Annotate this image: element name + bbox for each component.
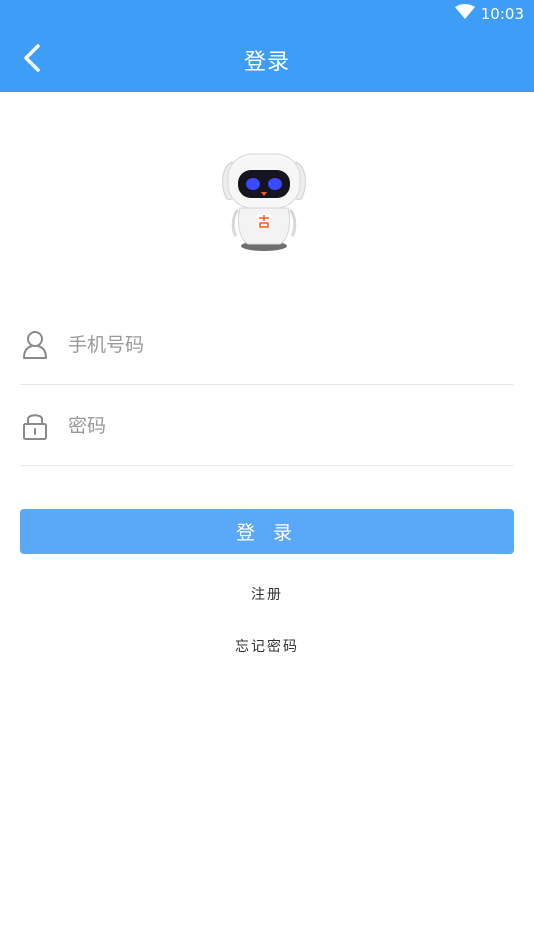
app-bar: 登录 [0, 28, 534, 92]
forgot-password-link[interactable]: 忘记密码 [0, 636, 534, 656]
status-time: 10:03 [480, 5, 524, 23]
password-input[interactable] [66, 403, 510, 449]
password-field [20, 385, 514, 466]
status-icons: 10:03 [454, 4, 524, 24]
robot-mascot-logo [214, 148, 314, 258]
lock-icon [20, 409, 50, 441]
login-button[interactable]: 登 录 [20, 509, 514, 554]
page-title: 登录 [243, 50, 290, 75]
user-icon [20, 328, 50, 360]
wifi-icon [454, 4, 475, 24]
back-button[interactable] [12, 40, 52, 80]
status-bar: 10:03 [0, 0, 534, 28]
phone-field [20, 304, 514, 385]
phone-input[interactable] [66, 322, 510, 368]
chevron-left-icon [21, 43, 43, 77]
register-link[interactable]: 注册 [0, 584, 534, 604]
